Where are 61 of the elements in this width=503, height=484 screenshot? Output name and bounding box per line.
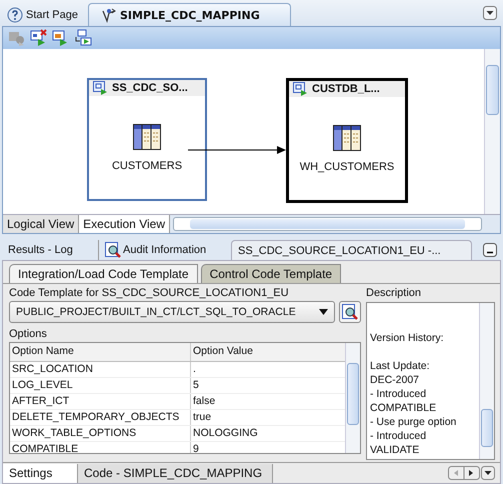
scrollbar[interactable] [484, 49, 500, 214]
description-line: DEC-2007 [370, 373, 420, 387]
description-line: COMPATIBLE [370, 401, 438, 415]
scrollbar[interactable] [479, 303, 494, 459]
dropdown-icon[interactable] [483, 6, 497, 20]
bottom-tab[interactable]: Settings [3, 464, 78, 482]
node-card[interactable]: SS_CDC_SO... CUSTOMERS [87, 78, 207, 201]
description-line: Last Update: [370, 359, 431, 373]
run-icon[interactable] [30, 29, 48, 47]
minimize-icon[interactable] [483, 243, 497, 257]
search-icon [105, 242, 121, 258]
description-line: - Use purge option [370, 415, 458, 429]
table-cell-text: false [192, 394, 216, 409]
column-header[interactable]: Option Value [191, 343, 255, 361]
description-label: Description [366, 287, 422, 299]
editor-tab[interactable]: SIMPLE_CDC_MAPPING [88, 3, 291, 26]
navigation-icon[interactable] [448, 466, 496, 480]
panel-tab[interactable]: Results - Log [2, 240, 98, 260]
description-line: VALIDATE [370, 443, 420, 457]
description-line: - Introduced [370, 429, 428, 443]
table-cell-text: true [192, 410, 212, 425]
table-label: WH_CUSTOMERS [300, 160, 394, 172]
template-label: Code Template for SS_CDC_SOURCE_LOCATION1_EU [9, 287, 290, 299]
table-cell: DELETE_TEMPORARY_OBJECTS [10, 410, 191, 425]
table-cell-text: NOLOGGING [192, 426, 259, 441]
caret-icon [319, 309, 328, 315]
column-header[interactable]: Option Name [10, 343, 191, 361]
table-cell: AFTER_ICT [10, 394, 191, 409]
bottom-tab[interactable]: Code - SIMPLE_CDC_MAPPING [78, 464, 274, 482]
table-cell: SRC_LOCATION [10, 362, 191, 377]
run-icon[interactable] [74, 29, 92, 47]
search-icon [342, 304, 358, 320]
table-cell-text: 9 [192, 442, 200, 453]
view-tab[interactable]: Execution View [79, 215, 170, 233]
sub-tab[interactable]: Control Code Template [200, 264, 342, 283]
table-cell: WORK_TABLE_OPTIONS [10, 426, 191, 441]
table-icon [333, 124, 361, 150]
table-label: CUSTOMERS [112, 160, 182, 172]
help-icon [7, 7, 23, 23]
panel-tab[interactable]: SS_CDC_SOURCE_LOCATION1_EU -... [231, 240, 472, 260]
table-cell-text: 5 [192, 378, 200, 393]
scrollbar[interactable] [345, 343, 360, 453]
node-title: SS_CDC_SO... [112, 82, 188, 94]
schema-icon [93, 81, 107, 95]
table-cell: COMPATIBLE [10, 442, 191, 453]
description-line: Version History: [370, 331, 445, 345]
search-button[interactable] [339, 301, 361, 323]
sub-tab[interactable]: Integration/Load Code Template [9, 264, 198, 283]
mapping-icon [100, 7, 117, 23]
options-label: Options [9, 328, 48, 340]
node-title: CUSTDB_L... [312, 83, 380, 95]
table-icon [133, 124, 161, 150]
table-cell: LOG_LEVEL [10, 378, 191, 393]
table-cell-text: . [192, 362, 197, 377]
editor-tab[interactable]: Start Page [4, 4, 88, 26]
view-tab[interactable]: Logical View [3, 215, 80, 233]
node-card[interactable]: CUSTDB_L... WH_CUSTOMERS [286, 78, 408, 203]
template-dropdown[interactable]: PUBLIC_PROJECT/BUILT_IN_CT/LCT_SQL_TO_ORACLE [9, 301, 335, 323]
schema-icon [293, 82, 307, 96]
description-line: - Introduced [370, 387, 428, 401]
scrollbar[interactable] [172, 217, 482, 231]
